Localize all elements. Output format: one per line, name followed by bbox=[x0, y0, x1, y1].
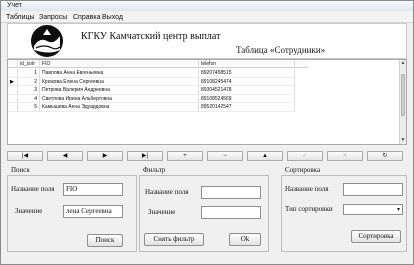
cell-telefon[interactable]: 89304521478 bbox=[199, 86, 295, 95]
nav-refresh-button[interactable]: ↻ bbox=[367, 151, 403, 161]
window-titlebar: Учет bbox=[1, 1, 413, 11]
sort-group-title: Сортировка bbox=[285, 166, 321, 174]
search-group-title: Поиск bbox=[11, 166, 30, 174]
cell-fio[interactable]: Павлова Анна Евгеньевна bbox=[40, 69, 199, 78]
header-panel: КГКУ Камчатский центр выплат Таблица «Со… bbox=[7, 23, 407, 59]
nav-post-button[interactable]: ✓ bbox=[287, 151, 323, 161]
cell-fio[interactable]: Камышева Анна Эдуардовна bbox=[40, 103, 199, 112]
nav-edit-button[interactable]: ▲ bbox=[247, 151, 283, 161]
sort-type-label: Тип сортировки bbox=[285, 205, 333, 213]
filter-field-input[interactable] bbox=[201, 186, 261, 199]
cell-telefon[interactable]: 89108245474 bbox=[199, 77, 295, 86]
db-navigator: |◀ ◀ ▶ ▶| + − ▲ ✓ ✕ ↻ bbox=[7, 151, 407, 161]
search-button[interactable]: Поиск bbox=[87, 234, 123, 247]
app-window: Учет Таблицы Запросы Справка Выход КГКУ … bbox=[0, 0, 414, 265]
cell-telefon[interactable]: 89520142547 bbox=[199, 103, 295, 112]
grid-header: id_sotr FIO telefon bbox=[8, 60, 308, 68]
table-row[interactable]: 5 Камышева Анна Эдуардовна 89520142547 bbox=[8, 103, 308, 112]
scroll-down-icon[interactable]: ▼ bbox=[400, 137, 406, 144]
search-value-input[interactable]: лена Сергеевна bbox=[63, 205, 123, 218]
chevron-down-icon[interactable]: ▾ bbox=[397, 206, 400, 213]
menu-item-exit[interactable]: Выход bbox=[102, 12, 123, 23]
table-row[interactable]: ▶ 2 Крюкова Елена Сергеевна 89108245474 bbox=[8, 77, 308, 86]
menu-item-queries[interactable]: Запросы bbox=[39, 12, 67, 23]
cell-fio[interactable]: Крюкова Елена Сергеевна bbox=[40, 77, 199, 86]
nav-cancel-button[interactable]: ✕ bbox=[327, 151, 363, 161]
nav-prior-button[interactable]: ◀ bbox=[47, 151, 83, 161]
cell-id[interactable]: 1 bbox=[18, 69, 40, 78]
row-indicator bbox=[8, 69, 18, 78]
column-header-telefon[interactable]: telefon bbox=[199, 60, 295, 67]
menu-bar: Таблицы Запросы Справка Выход bbox=[1, 12, 413, 23]
cell-telefon[interactable]: 89207458515 bbox=[199, 69, 295, 78]
table-title: Таблица «Сотрудники» bbox=[236, 45, 326, 55]
indicator-header-cell bbox=[8, 60, 18, 67]
nav-next-button[interactable]: ▶ bbox=[87, 151, 123, 161]
logo-icon bbox=[31, 25, 63, 57]
table-row[interactable]: 1 Павлова Анна Евгеньевна 89207458515 bbox=[8, 69, 308, 78]
search-value-label: Значение bbox=[15, 207, 43, 215]
current-row-indicator-icon: ▶ bbox=[8, 77, 18, 86]
column-header-fio[interactable]: FIO bbox=[40, 60, 199, 67]
cell-fio[interactable]: Светлова Ирина Альбертовна bbox=[40, 94, 199, 103]
cell-id[interactable]: 5 bbox=[18, 103, 40, 112]
filter-value-input[interactable] bbox=[201, 206, 261, 219]
search-field-label: Название поля bbox=[11, 185, 55, 193]
cell-id[interactable]: 4 bbox=[18, 94, 40, 103]
sort-field-label: Название поля bbox=[285, 185, 329, 193]
nav-insert-button[interactable]: + bbox=[167, 151, 203, 161]
cell-id[interactable]: 2 bbox=[18, 77, 40, 86]
row-indicator bbox=[8, 103, 18, 112]
window-title: Учет bbox=[7, 2, 22, 9]
menu-item-help[interactable]: Справка bbox=[73, 12, 100, 23]
table-row[interactable]: 4 Светлова Ирина Альбертовна 89108524569 bbox=[8, 94, 308, 103]
sort-field-input[interactable] bbox=[343, 183, 403, 196]
row-indicator bbox=[8, 86, 18, 95]
scroll-up-icon[interactable]: ▲ bbox=[400, 60, 406, 67]
filter-group-title: Фильтр bbox=[143, 166, 166, 174]
grid-rows: 1 Павлова Анна Евгеньевна 89207458515 ▶ … bbox=[8, 69, 308, 112]
nav-first-button[interactable]: |◀ bbox=[7, 151, 43, 161]
search-field-input[interactable]: FIO bbox=[63, 183, 123, 196]
menu-item-tables[interactable]: Таблицы bbox=[6, 12, 35, 23]
row-indicator bbox=[8, 94, 18, 103]
nav-delete-button[interactable]: − bbox=[207, 151, 243, 161]
sort-type-select[interactable]: ▾ bbox=[343, 204, 403, 215]
filter-value-label: Значение bbox=[148, 208, 176, 216]
cell-telefon[interactable]: 89108524569 bbox=[199, 94, 295, 103]
sort-button[interactable]: Сортировка bbox=[351, 230, 401, 243]
filter-field-label: Название поля bbox=[145, 188, 189, 196]
cell-id[interactable]: 3 bbox=[18, 86, 40, 95]
employees-grid[interactable]: id_sotr FIO telefon 1 Павлова Анна Евген… bbox=[7, 59, 407, 145]
scroll-thumb[interactable] bbox=[401, 74, 405, 116]
remove-filter-button[interactable]: Снять фильтр bbox=[144, 233, 204, 246]
organization-title: КГКУ Камчатский центр выплат bbox=[81, 31, 221, 42]
nav-last-button[interactable]: ▶| bbox=[127, 151, 163, 161]
grid-vertical-scrollbar[interactable]: ▲ ▼ bbox=[399, 60, 406, 144]
filter-ok-button[interactable]: Ok bbox=[229, 233, 261, 246]
column-header-id[interactable]: id_sotr bbox=[18, 60, 40, 67]
cell-fio[interactable]: Петрова Валерия Андреевна bbox=[40, 86, 199, 95]
table-row[interactable]: 3 Петрова Валерия Андреевна 89304521478 bbox=[8, 86, 308, 95]
